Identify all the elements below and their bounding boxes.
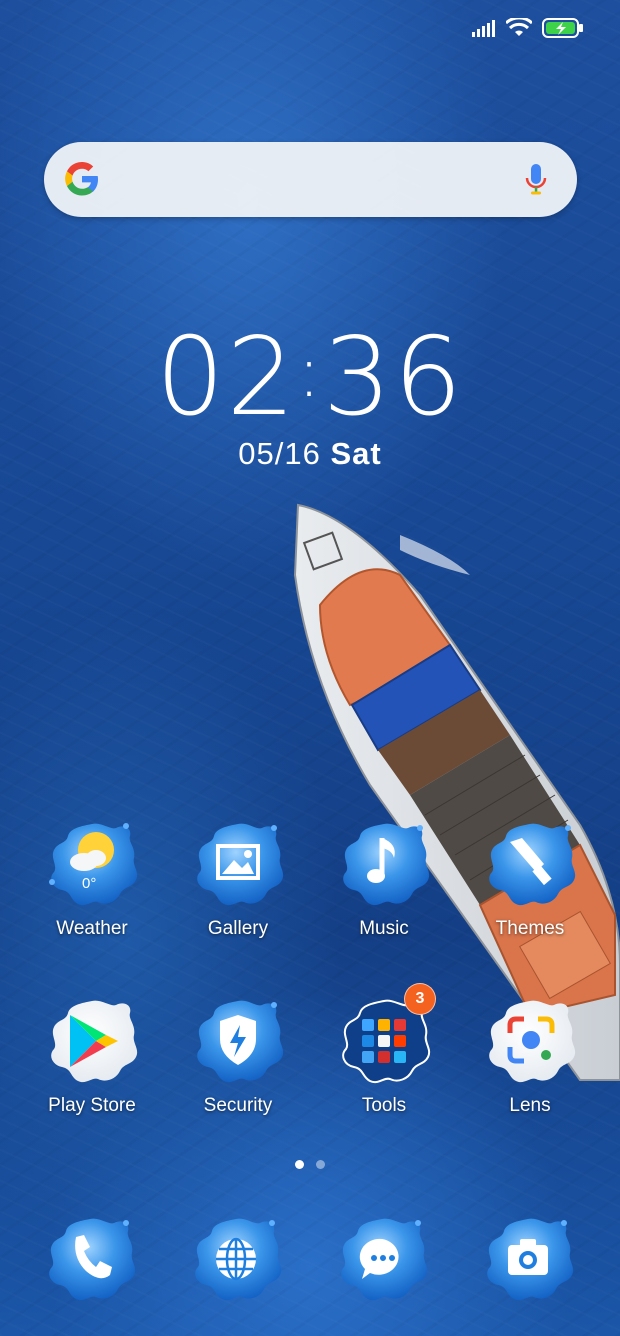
- app-lens[interactable]: Lens: [465, 995, 595, 1117]
- dock-phone[interactable]: [42, 1213, 142, 1309]
- lens-icon: [482, 995, 578, 1087]
- dock-browser[interactable]: [188, 1213, 288, 1309]
- music-icon: [336, 818, 432, 910]
- google-search-bar[interactable]: [44, 142, 577, 217]
- app-label: Tools: [361, 1095, 407, 1116]
- app-gallery[interactable]: Gallery: [173, 818, 303, 940]
- app-themes[interactable]: Themes: [465, 818, 595, 940]
- security-icon: [190, 995, 286, 1087]
- app-play-store[interactable]: Play Store: [27, 995, 157, 1117]
- themes-icon: [482, 818, 578, 910]
- notification-badge: 3: [404, 983, 436, 1015]
- clock-minutes: 36: [322, 315, 465, 440]
- dock-camera[interactable]: [480, 1213, 580, 1309]
- clock-widget[interactable]: 02:36: [0, 312, 620, 438]
- google-g-icon: [65, 161, 98, 196]
- play-store-icon: [44, 995, 140, 1087]
- app-label: Music: [359, 918, 409, 939]
- browser-icon: [195, 1218, 282, 1301]
- phone-icon: [49, 1218, 136, 1301]
- app-label: Themes: [495, 918, 565, 939]
- gallery-icon: [190, 818, 286, 910]
- weather-temp: 0°: [82, 875, 96, 892]
- app-label: Play Store: [48, 1095, 136, 1116]
- page-dot[interactable]: [316, 1160, 325, 1169]
- status-bar: [472, 14, 584, 42]
- dock-messages[interactable]: [334, 1213, 434, 1309]
- page-indicator: [0, 1160, 620, 1169]
- date-text: 05/16: [238, 436, 321, 471]
- camera-icon: [487, 1218, 574, 1301]
- wifi-icon: [506, 18, 532, 36]
- signal-icon: [472, 20, 495, 37]
- app-label: Gallery: [207, 918, 269, 939]
- clock-hours: 02: [155, 315, 298, 440]
- weather-icon: 0°: [44, 818, 140, 910]
- clock-separator: :: [297, 331, 323, 413]
- date-widget[interactable]: 05/16 Sat: [0, 436, 620, 472]
- app-label: Lens: [509, 1095, 551, 1116]
- app-label: Weather: [56, 918, 128, 939]
- app-label: Security: [203, 1095, 273, 1116]
- app-weather[interactable]: 0° Weather: [27, 818, 157, 940]
- day-text: Sat: [330, 436, 382, 471]
- app-music[interactable]: Music: [319, 818, 449, 940]
- messages-icon: [341, 1218, 428, 1301]
- tools-folder-icon: 3: [336, 983, 436, 1087]
- page-dot-active: [295, 1160, 304, 1169]
- app-tools-folder[interactable]: 3 Tools: [319, 983, 449, 1117]
- battery-charging-icon: [542, 18, 583, 38]
- mic-icon[interactable]: [525, 163, 547, 197]
- app-security[interactable]: Security: [173, 995, 303, 1117]
